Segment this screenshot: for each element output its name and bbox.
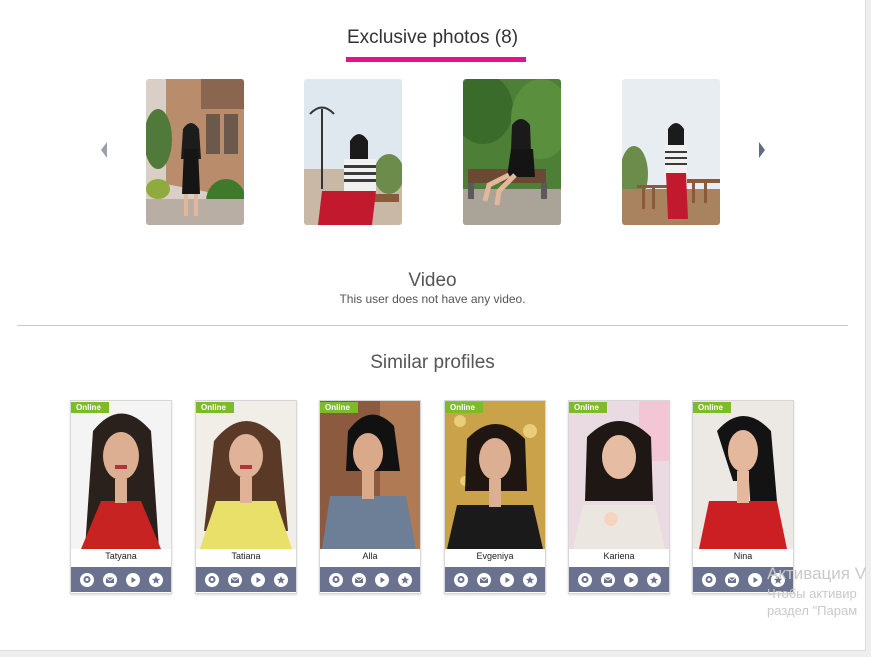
online-badge: Online xyxy=(445,402,483,413)
watermark-line-3: раздел "Парам xyxy=(767,603,858,618)
section-divider xyxy=(17,325,848,326)
windows-activation-watermark: Активация V Чтобы активир раздел "Парам xyxy=(767,564,866,618)
watermark-line-2: Чтобы активир xyxy=(767,586,857,601)
exclusive-photo-1[interactable] xyxy=(146,79,244,225)
play-icon[interactable] xyxy=(623,572,638,587)
profile-card-evgeniya[interactable]: Online Evgeniya xyxy=(444,400,546,594)
online-badge: Online xyxy=(320,402,358,413)
webcam-icon[interactable] xyxy=(701,572,716,587)
mail-icon[interactable] xyxy=(102,572,117,587)
profile-action-bar xyxy=(320,567,420,592)
mail-icon[interactable] xyxy=(476,572,491,587)
profile-media-panel: Exclusive photos (8) Video This user doe… xyxy=(0,0,866,651)
play-icon[interactable] xyxy=(374,572,389,587)
profile-name[interactable]: Tatyana xyxy=(71,551,171,561)
star-icon[interactable] xyxy=(273,572,288,587)
star-icon[interactable] xyxy=(522,572,537,587)
profile-photo[interactable] xyxy=(320,401,420,549)
star-icon[interactable] xyxy=(397,572,412,587)
webcam-icon[interactable] xyxy=(453,572,468,587)
profile-name[interactable]: Evgeniya xyxy=(445,551,545,561)
profile-photo[interactable] xyxy=(569,401,669,549)
profile-action-bar xyxy=(445,567,545,592)
exclusive-photo-2[interactable] xyxy=(304,79,402,225)
exclusive-photo-3[interactable] xyxy=(463,79,561,225)
similar-profiles-title: Similar profiles xyxy=(370,352,495,373)
play-icon[interactable] xyxy=(125,572,140,587)
profile-action-bar xyxy=(196,567,296,592)
profile-photo[interactable] xyxy=(445,401,545,549)
exclusive-photos-title: Exclusive photos (8) xyxy=(346,27,519,48)
profile-card-alla[interactable]: Online Alla xyxy=(319,400,421,594)
mail-icon[interactable] xyxy=(351,572,366,587)
mail-icon[interactable] xyxy=(227,572,242,587)
exclusive-title-underline xyxy=(346,57,526,62)
profile-card-tatiana[interactable]: Online Tatiana xyxy=(195,400,297,594)
video-title: Video xyxy=(408,270,457,291)
play-icon[interactable] xyxy=(747,572,762,587)
profile-photo[interactable] xyxy=(71,401,171,549)
chevron-right-icon[interactable] xyxy=(757,140,767,160)
online-badge: Online xyxy=(71,402,109,413)
profile-photo[interactable] xyxy=(693,401,793,549)
profile-action-bar xyxy=(569,567,669,592)
mail-icon[interactable] xyxy=(600,572,615,587)
profile-card-tatyana[interactable]: Online Tatyana xyxy=(70,400,172,594)
webcam-icon[interactable] xyxy=(577,572,592,587)
profile-name[interactable]: Kariena xyxy=(569,551,669,561)
profile-card-kariena[interactable]: Online Kariena xyxy=(568,400,670,594)
chevron-left-icon[interactable] xyxy=(99,140,109,160)
online-badge: Online xyxy=(693,402,731,413)
video-empty-message: This user does not have any video. xyxy=(339,292,526,306)
mail-icon[interactable] xyxy=(724,572,739,587)
profile-name[interactable]: Alla xyxy=(320,551,420,561)
profile-name[interactable]: Nina xyxy=(693,551,793,561)
webcam-icon[interactable] xyxy=(79,572,94,587)
webcam-icon[interactable] xyxy=(328,572,343,587)
exclusive-photo-4[interactable] xyxy=(622,79,720,225)
star-icon[interactable] xyxy=(148,572,163,587)
webcam-icon[interactable] xyxy=(204,572,219,587)
star-icon[interactable] xyxy=(646,572,661,587)
online-badge: Online xyxy=(569,402,607,413)
play-icon[interactable] xyxy=(499,572,514,587)
play-icon[interactable] xyxy=(250,572,265,587)
profile-photo[interactable] xyxy=(196,401,296,549)
watermark-line-1: Активация V xyxy=(767,564,867,583)
online-badge: Online xyxy=(196,402,234,413)
profile-action-bar xyxy=(71,567,171,592)
profile-name[interactable]: Tatiana xyxy=(196,551,296,561)
